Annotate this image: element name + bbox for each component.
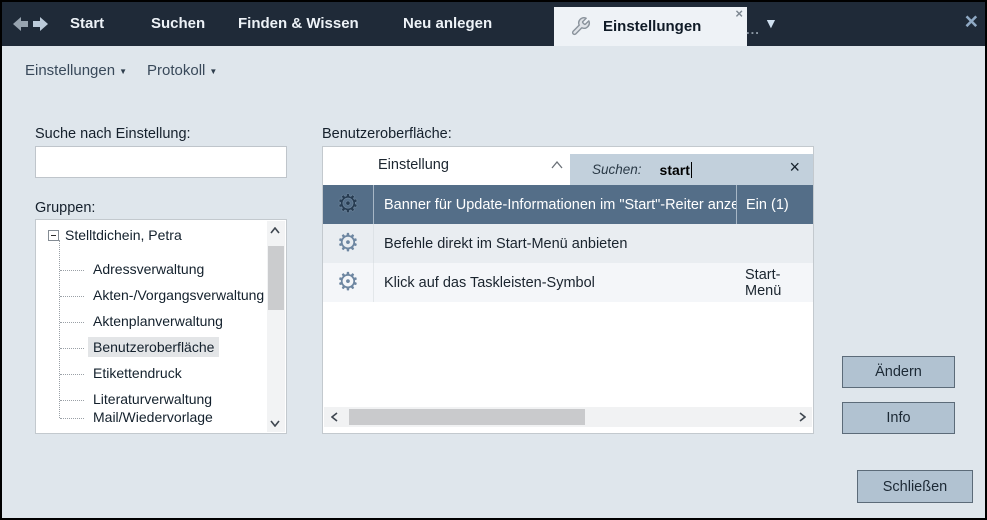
tree-line [60, 418, 84, 419]
back-arrow-icon[interactable] [11, 16, 29, 32]
caret-down-icon: ▼ [209, 65, 217, 76]
table-search-value[interactable]: start [660, 162, 690, 178]
tree-item-akten-vorgangsverwaltung[interactable]: Akten-/Vorgangsverwaltung [88, 285, 269, 305]
top-tab-bar: Start Suchen Finden & Wissen Neu anlegen… [2, 2, 985, 46]
gear-icon: ⚙ [337, 192, 359, 217]
scrollbar-thumb[interactable] [268, 246, 284, 310]
menu-toolbar: Einstellungen ▼ Protokoll ▼ [25, 62, 217, 79]
tab-einstellungen-active[interactable]: Einstellungen × [554, 7, 747, 46]
tree-item-adressverwaltung[interactable]: Adressverwaltung [88, 259, 209, 279]
wrench-icon [570, 16, 591, 37]
settings-window: Start Suchen Finden & Wissen Neu anlegen… [0, 0, 987, 520]
search-setting-label: Suche nach Einstellung: [35, 126, 191, 142]
tab-start[interactable]: Start [70, 2, 104, 46]
tree-line [60, 374, 84, 375]
scroll-down-icon[interactable] [267, 415, 283, 431]
tree-root-label: Stelltdichein, Petra [65, 227, 182, 243]
tree-scrollbar[interactable] [267, 221, 285, 432]
menu-einstellungen[interactable]: Einstellungen ▼ [25, 62, 127, 79]
tree-line [60, 348, 84, 349]
table-search-box[interactable]: Suchen: start × [570, 154, 813, 185]
tree-line [60, 296, 84, 297]
caret-down-icon: ▼ [119, 65, 127, 76]
gear-icon: ⚙ [337, 231, 359, 256]
change-button[interactable]: Ändern [842, 356, 955, 388]
menu-protokoll-label: Protokoll [147, 62, 205, 79]
tab-overflow-ellipsis[interactable]: ... [746, 22, 760, 37]
text-cursor [691, 162, 692, 178]
scroll-left-icon[interactable] [326, 409, 342, 425]
table-search-label: Suchen: [592, 162, 642, 177]
tree-item-mail-wiedervorlage[interactable]: Mail/Wiedervorlage [88, 407, 218, 427]
setting-value: Start-Menü [736, 263, 813, 302]
tree-item-benutzeroberflaeche[interactable]: Benutzeroberfläche [88, 337, 219, 357]
tab-neu-anlegen[interactable]: Neu anlegen [403, 2, 492, 46]
close-window-icon[interactable]: × [965, 8, 978, 35]
column-header-einstellung[interactable]: Einstellung [378, 157, 449, 173]
setting-value [736, 224, 813, 263]
tree-root-item[interactable]: Stelltdichein, Petra [48, 227, 182, 243]
groups-tree: Stelltdichein, Petra Adressverwaltung Ak… [35, 219, 287, 434]
setting-name: Befehle direkt im Start-Menü anbieten [374, 224, 736, 263]
gear-icon: ⚙ [337, 270, 359, 295]
info-button[interactable]: Info [842, 402, 955, 434]
close-button[interactable]: Schließen [857, 470, 973, 503]
active-tab-label: Einstellungen [603, 18, 701, 35]
collapse-icon[interactable] [48, 230, 59, 241]
table-row-befehle-startmenu[interactable]: ⚙ Befehle direkt im Start-Menü anbieten [323, 224, 813, 263]
chevron-down-icon[interactable]: ▼ [764, 15, 778, 31]
menu-einstellungen-label: Einstellungen [25, 62, 115, 79]
table-row-banner-update[interactable]: ⚙ Banner für Update-Informationen im "St… [323, 185, 813, 224]
tree-line [60, 322, 84, 323]
table-header[interactable]: Einstellung Suchen: start × [323, 147, 813, 185]
forward-arrow-icon[interactable] [32, 16, 50, 32]
settings-table: Einstellung Suchen: start × ⚙ Banner für… [322, 146, 814, 434]
scroll-up-icon[interactable] [267, 222, 283, 238]
tree-line [60, 270, 84, 271]
setting-name: Banner für Update-Informationen im "Star… [374, 185, 736, 224]
groups-label: Gruppen: [35, 200, 95, 216]
menu-protokoll[interactable]: Protokoll ▼ [147, 62, 217, 79]
scrollbar-thumb[interactable] [349, 409, 585, 425]
sort-asc-icon[interactable] [551, 156, 563, 174]
search-setting-input[interactable] [35, 146, 287, 178]
table-hscrollbar[interactable] [324, 407, 812, 427]
tab-close-icon[interactable]: × [735, 7, 743, 21]
tab-suchen[interactable]: Suchen [151, 2, 205, 46]
table-row-klick-taskleiste[interactable]: ⚙ Klick auf das Taskleisten-Symbol Start… [323, 263, 813, 302]
setting-value: Ein (1) [736, 185, 813, 224]
tree-line [60, 400, 84, 401]
settings-group-title: Benutzeroberfläche: [322, 126, 452, 142]
clear-search-icon[interactable]: × [789, 157, 800, 178]
scroll-right-icon[interactable] [794, 409, 810, 425]
tree-item-etikettendruck[interactable]: Etikettendruck [88, 363, 187, 383]
tree-item-literaturverwaltung[interactable]: Literaturverwaltung [88, 389, 217, 409]
tab-finden-wissen[interactable]: Finden & Wissen [238, 2, 359, 46]
tree-item-aktenplanverwaltung[interactable]: Aktenplanverwaltung [88, 311, 228, 331]
setting-name: Klick auf das Taskleisten-Symbol [374, 263, 736, 302]
tree-line [59, 240, 60, 418]
history-nav [11, 16, 50, 32]
